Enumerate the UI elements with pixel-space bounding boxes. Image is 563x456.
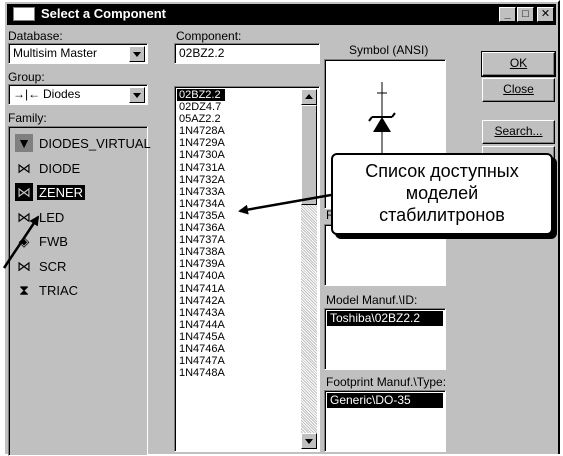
component-value: 02BZ2.2 <box>179 46 225 60</box>
model-manuf-selected[interactable]: Toshiba\02BZ2.2 <box>327 311 443 326</box>
component-list-item[interactable]: 1N4737A <box>177 234 225 246</box>
minimize-button[interactable]: _ <box>499 7 516 22</box>
component-list-item[interactable]: 1N4732A <box>177 174 225 186</box>
group-value: Diodes <box>43 87 81 101</box>
group-combo[interactable]: →|← Diodes <box>8 84 148 105</box>
scr-icon: ⋈ <box>17 257 31 274</box>
family-item-fwb[interactable]: ◈ FWB <box>11 229 145 254</box>
app-icon <box>13 7 35 21</box>
component-list-item[interactable]: 1N4730A <box>177 149 225 161</box>
family-item-scr[interactable]: ⋈ SCR <box>11 254 145 279</box>
component-list-item[interactable]: 1N4744A <box>177 319 225 331</box>
model-manuf-label: Model Manuf.\ID: <box>326 293 418 307</box>
diode-icon: ⋈ <box>17 159 31 176</box>
scroll-up-button[interactable] <box>301 89 317 105</box>
component-list-item[interactable]: 1N4741A <box>177 283 225 295</box>
component-list-item[interactable]: 1N4745A <box>177 331 225 343</box>
family-list[interactable]: ▼ DIODES_VIRTUAL ⋈ DIODE ⋈ ZENER ⋈ LED ◈… <box>8 126 151 456</box>
component-list[interactable]: 02BZ2.2 02DZ4.7 05AZ2.2 1N4728A 1N4729A 1N473… <box>174 86 320 452</box>
footprint-selected[interactable]: Generic\DO-35 <box>327 393 443 408</box>
led-icon: ⋈ <box>17 208 31 225</box>
scroll-thumb[interactable] <box>301 105 317 205</box>
group-label: Group: <box>8 70 45 84</box>
component-list-item[interactable]: 02BZ2.2 <box>176 87 226 103</box>
triac-icon: ⧗ <box>19 282 29 298</box>
callout-line-3: стабилитронов <box>379 205 505 225</box>
component-label: Component: <box>176 29 242 43</box>
diode-virtual-icon: ▼ <box>15 134 33 152</box>
component-list-item[interactable]: 1N4748A <box>177 367 225 379</box>
zener-icon: ⋈ <box>15 183 33 201</box>
component-list-item[interactable]: 1N4733A <box>177 186 225 198</box>
component-list-item[interactable]: 1N4728A <box>177 125 225 137</box>
close-window-button[interactable]: ✕ <box>537 7 554 22</box>
component-list-item[interactable]: 1N4736A <box>177 222 225 234</box>
component-list-item[interactable]: 1N4746A <box>177 343 225 355</box>
scroll-down-button[interactable] <box>301 433 317 449</box>
component-list-item[interactable]: 1N4731A <box>177 162 225 174</box>
family-label: Family: <box>8 111 47 125</box>
component-list-item[interactable]: 02DZ4.7 <box>177 101 225 113</box>
database-combo[interactable]: Multisim Master <box>8 43 148 64</box>
database-label: Database: <box>8 29 63 43</box>
component-list-item[interactable]: 1N4747A <box>177 355 225 367</box>
chevron-down-icon[interactable] <box>129 46 145 62</box>
component-list-item[interactable]: 1N4734A <box>177 198 225 210</box>
component-list-item[interactable]: 1N4742A <box>177 295 225 307</box>
family-item-zener[interactable]: ⋈ ZENER <box>11 180 145 205</box>
footprint-list[interactable]: Generic\DO-35 <box>324 390 446 452</box>
annotation-callout: Список доступных моделей стабилитронов <box>331 153 553 235</box>
title-bar[interactable]: Select a Component _ □ ✕ <box>7 4 556 25</box>
chevron-down-icon[interactable] <box>129 87 145 103</box>
family-item-led[interactable]: ⋈ LED <box>11 205 145 230</box>
close-button[interactable]: Close <box>482 78 555 102</box>
component-list-item[interactable]: 05AZ2.2 <box>177 113 225 125</box>
component-list-item[interactable]: 1N4739A <box>177 258 225 270</box>
database-value: Multisim Master <box>13 46 98 60</box>
callout-line-1: Список доступных <box>365 161 519 181</box>
family-item-diodes-virtual[interactable]: ▼ DIODES_VIRTUAL <box>11 131 151 156</box>
family-item-triac[interactable]: ⧗ TRIAC <box>11 278 145 303</box>
maximize-button[interactable]: □ <box>517 7 534 22</box>
ok-button[interactable]: OK <box>481 51 556 77</box>
component-list-item[interactable]: 1N4740A <box>177 270 225 282</box>
callout-line-2: моделей <box>405 183 479 203</box>
component-input[interactable]: 02BZ2.2 <box>174 43 320 64</box>
family-item-diode[interactable]: ⋈ DIODE <box>11 156 145 181</box>
search-button[interactable]: Search... <box>482 120 555 144</box>
component-list-item[interactable]: 1N4729A <box>177 137 225 149</box>
component-list-item[interactable]: 1N4738A <box>177 246 225 258</box>
window-title: Select a Component <box>41 6 166 21</box>
diode-group-icon: →|← <box>13 87 41 101</box>
footprint-label: Footprint Manuf.\Type: <box>326 375 447 389</box>
component-list-item[interactable]: 1N4735A <box>177 210 225 222</box>
symbol-label: Symbol (ANSI) <box>349 43 429 57</box>
model-manuf-list[interactable]: Toshiba\02BZ2.2 <box>324 308 446 370</box>
bridge-rectifier-icon: ◈ <box>18 233 30 249</box>
component-list-item[interactable]: 1N4743A <box>177 307 225 319</box>
component-scrollbar[interactable] <box>301 89 317 449</box>
